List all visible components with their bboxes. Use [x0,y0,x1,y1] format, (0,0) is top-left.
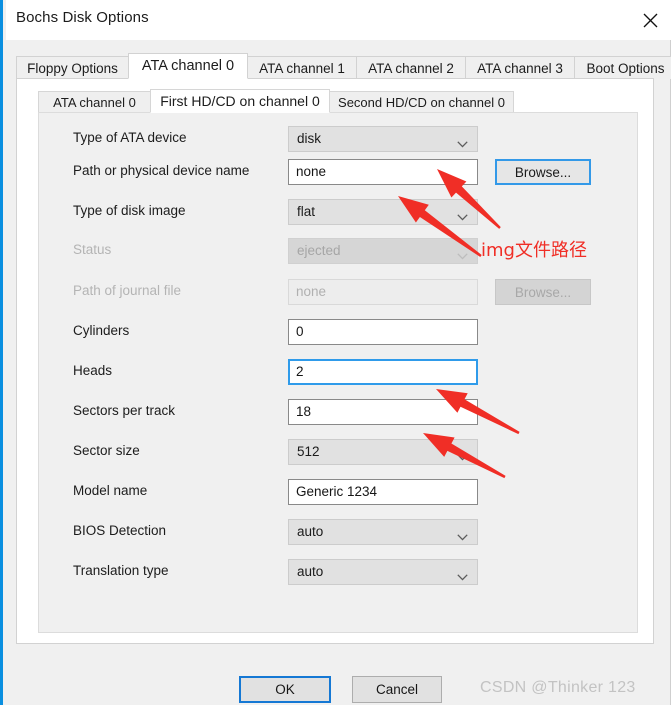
cancel-button[interactable]: Cancel [352,676,442,703]
select-value-translation-type: auto [297,564,324,579]
title-bar: Bochs Disk Options [6,0,671,40]
inner-tab-ata-channel-0[interactable]: ATA channel 0 [38,91,151,113]
outer-tab-ata-channel-0[interactable]: ATA channel 0 [128,53,248,79]
label-bios-detection: BIOS Detection [73,523,167,538]
select-type-of-disk-image[interactable]: flat [288,199,478,225]
form-row-path-or-physical-device-name: Path or physical device name none Browse..… [39,159,639,185]
input-model-name[interactable]: Generic 1234 [288,479,478,505]
input-value-sectors-per-track: 18 [296,404,312,419]
form-row-sector-size: Sector size 512 [39,439,639,465]
label-cylinders: Cylinders [73,323,130,338]
outer-tab-ata-channel-3[interactable]: ATA channel 3 [465,56,575,79]
input-cylinders[interactable]: 0 [288,319,478,345]
input-value-heads: 2 [296,364,304,379]
bochs-disk-options-window: Bochs Disk Options Floppy Options ATA cha… [0,0,671,709]
input-value-path-of-journal-file: none [296,284,327,299]
form-row-status: Status ejected [39,238,639,264]
outer-tab-ata-channel-2[interactable]: ATA channel 2 [356,56,466,79]
input-sectors-per-track[interactable]: 18 [288,399,478,425]
inner-tab-strip: ATA channel 0 First HD/CD on channel 0 Sec… [38,89,638,113]
outer-tab-boot-options[interactable]: Boot Options [574,56,671,79]
window-bottom-edge [0,705,671,709]
form-row-type-of-ata-device: Type of ATA device disk [39,126,639,152]
select-sector-size[interactable]: 512 [288,439,478,465]
input-path-or-physical-device-name[interactable]: none [288,159,478,185]
select-value-type-of-disk-image: flat [297,204,316,219]
label-sector-size: Sector size [73,443,140,458]
ata-channel-0-panel: ATA channel 0 First HD/CD on channel 0 Sec… [16,78,654,644]
window-title: Bochs Disk Options [16,9,149,26]
select-value-sector-size: 512 [297,444,320,459]
label-heads: Heads [73,363,113,378]
close-icon[interactable] [627,0,671,40]
label-path-of-journal-file: Path of journal file [73,283,182,298]
select-translation-type[interactable]: auto [288,559,478,585]
label-type-of-ata-device: Type of ATA device [73,130,187,145]
input-value-path-or-physical-device-name: none [296,164,327,179]
chevron-down-icon [457,135,468,148]
input-path-of-journal-file: none [288,279,478,305]
chevron-down-icon [457,208,468,221]
input-value-cylinders: 0 [296,324,304,339]
form-row-type-of-disk-image: Type of disk image flat [39,199,639,225]
chevron-down-icon [457,247,468,260]
select-type-of-ata-device[interactable]: disk [288,126,478,152]
chevron-down-icon [457,528,468,541]
browse-button-path-or-physical-device-name[interactable]: Browse... [495,159,591,185]
select-value-bios-detection: auto [297,524,324,539]
select-value-status: ejected [297,243,341,258]
ok-button[interactable]: OK [239,676,331,703]
label-status: Status [73,242,112,257]
outer-tab-ata-channel-1[interactable]: ATA channel 1 [247,56,357,79]
form-row-heads: Heads 2 [39,359,639,385]
browse-button-path-of-journal-file: Browse... [495,279,591,305]
label-sectors-per-track: Sectors per track [73,403,176,418]
label-path-or-physical-device-name: Path or physical device name [73,163,250,178]
watermark-text: CSDN @Thinker 123 [480,679,636,696]
input-value-model-name: Generic 1234 [296,484,378,499]
form-row-translation-type: Translation type auto [39,559,639,585]
select-bios-detection[interactable]: auto [288,519,478,545]
form-row-path-of-journal-file: Path of journal file none Browse... [39,279,639,305]
select-value-type-of-ata-device: disk [297,131,322,146]
label-translation-type: Translation type [73,563,169,578]
form-row-bios-detection: BIOS Detection auto [39,519,639,545]
label-type-of-disk-image: Type of disk image [73,203,186,218]
outer-tab-strip: Floppy Options ATA channel 0 ATA channel 1… [16,53,671,79]
inner-tab-second-hd-cd-on-channel-0[interactable]: Second HD/CD on channel 0 [329,91,514,113]
chevron-down-icon [457,568,468,581]
label-model-name: Model name [73,483,148,498]
chevron-down-icon [457,448,468,461]
form-row-cylinders: Cylinders 0 [39,319,639,345]
inner-tab-first-hd-cd-on-channel-0[interactable]: First HD/CD on channel 0 [150,89,330,113]
input-heads[interactable]: 2 [288,359,478,385]
form-row-sectors-per-track: Sectors per track 18 [39,399,639,425]
first-hd-cd-group-panel: Type of ATA device disk Path or physical d… [38,112,638,633]
outer-tab-floppy-options[interactable]: Floppy Options [16,56,129,79]
form-row-model-name: Model name Generic 1234 [39,479,639,505]
select-status: ejected [288,238,478,264]
